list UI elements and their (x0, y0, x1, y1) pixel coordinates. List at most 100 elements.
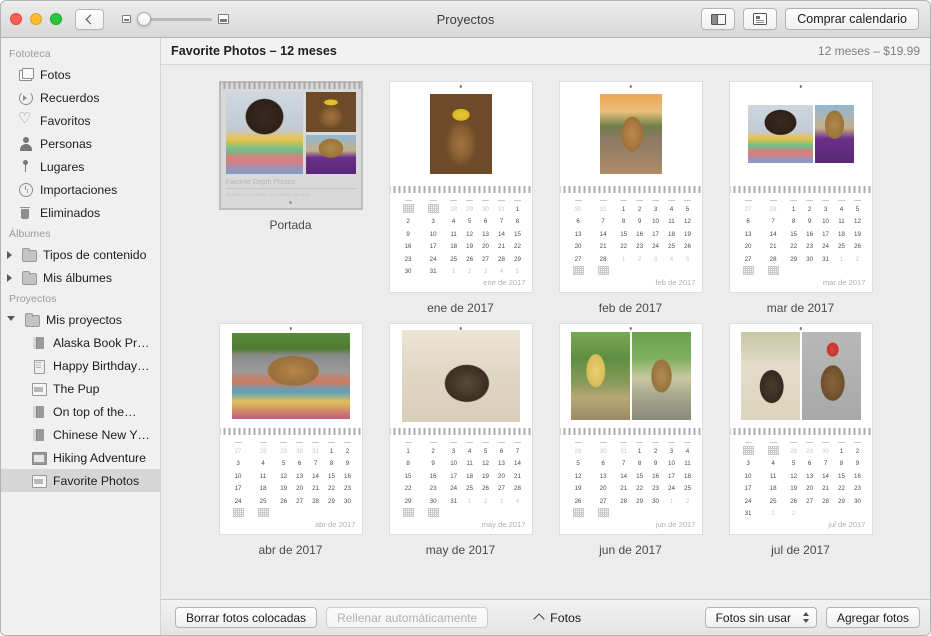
day-cell[interactable] (834, 508, 850, 521)
day-cell[interactable]: 13 (566, 228, 591, 241)
day-cell[interactable]: 17 (226, 483, 251, 496)
day-cell[interactable]: 16 (849, 470, 865, 483)
day-cell[interactable]: 25 (761, 495, 786, 508)
day-cell[interactable]: 8 (834, 458, 850, 471)
day-cell[interactable]: 27 (736, 253, 761, 266)
day-cell[interactable]: 9 (632, 216, 648, 229)
day-cell[interactable]: 23 (648, 483, 664, 496)
day-cell[interactable]: 9 (421, 458, 446, 471)
day-cell[interactable]: 18 (664, 228, 680, 241)
day-cell[interactable]: 22 (396, 483, 421, 496)
day-cell[interactable]: 3 (736, 458, 761, 471)
day-cell[interactable]: 9 (802, 216, 818, 229)
day-cell[interactable]: 20 (736, 241, 761, 254)
day-cell[interactable]: 12 (566, 470, 591, 483)
day-cell[interactable]: 24 (421, 253, 446, 266)
day-cell[interactable]: 19 (478, 470, 494, 483)
day-cell[interactable]: 26 (462, 253, 478, 266)
day-cell[interactable]: 30 (421, 495, 446, 508)
cover-title-text[interactable]: Favorite Depth Photos (226, 179, 356, 189)
day-cell[interactable]: 14 (308, 470, 324, 483)
day-cell[interactable] (462, 508, 478, 521)
day-cell[interactable]: 16 (396, 241, 421, 254)
day-cell[interactable]: 2 (421, 445, 446, 458)
day-cell[interactable]: 5 (679, 203, 695, 216)
day-cell[interactable]: 21 (818, 483, 834, 496)
close-button[interactable] (10, 13, 22, 25)
day-cell[interactable]: 6 (292, 458, 308, 471)
day-cell[interactable]: 9 (648, 458, 664, 471)
day-cell[interactable]: 10 (446, 458, 462, 471)
day-cell[interactable]: 27 (566, 253, 591, 266)
day-cell[interactable]: 19 (566, 483, 591, 496)
day-cell[interactable]: 7 (761, 216, 786, 229)
day-cell[interactable]: 5 (679, 253, 695, 266)
day-cell[interactable]: 7 (616, 458, 632, 471)
day-cell[interactable]: 10 (421, 228, 446, 241)
day-cell[interactable]: 4 (664, 253, 680, 266)
day-cell[interactable]: 30 (396, 266, 421, 279)
day-cell[interactable] (761, 445, 786, 458)
day-cell[interactable]: 13 (494, 458, 510, 471)
day-cell[interactable]: 4 (834, 203, 850, 216)
day-cell[interactable] (292, 508, 308, 521)
day-cell[interactable]: 10 (818, 216, 834, 229)
day-cell[interactable]: 25 (834, 241, 850, 254)
day-cell[interactable]: 11 (446, 228, 462, 241)
day-cell[interactable]: 21 (616, 483, 632, 496)
cover-photo-group[interactable] (226, 92, 356, 174)
day-cell[interactable]: 6 (802, 458, 818, 471)
calendar-page-feb[interactable]: 3031123456789101112131415161718192021222… (560, 82, 702, 292)
day-cell[interactable] (849, 508, 865, 521)
day-cell[interactable]: 29 (276, 445, 292, 458)
sidebar-item-favorite-photos[interactable]: Favorite Photos (1, 469, 160, 492)
photos-tray-toggle[interactable]: Fotos (535, 611, 581, 625)
unused-photos-popup[interactable]: Fotos sin usar (705, 607, 817, 628)
day-cell[interactable]: 15 (616, 228, 632, 241)
day-cell[interactable] (276, 508, 292, 521)
day-cell[interactable]: 1 (632, 445, 648, 458)
day-cell[interactable]: 1 (761, 508, 786, 521)
day-cell[interactable]: 14 (591, 228, 616, 241)
day-cell[interactable]: 31 (736, 508, 761, 521)
day-cell[interactable]: 11 (834, 216, 850, 229)
window-controls[interactable] (10, 13, 62, 25)
day-cell[interactable]: 20 (292, 483, 308, 496)
day-cell[interactable]: 29 (324, 495, 340, 508)
day-cell[interactable]: 28 (761, 203, 786, 216)
day-cell[interactable]: 1 (616, 203, 632, 216)
chevron-updown-icon[interactable] (803, 612, 809, 623)
page-photo[interactable] (802, 332, 861, 420)
day-cell[interactable]: 22 (834, 483, 850, 496)
day-cell[interactable] (632, 266, 648, 279)
sidebar-item-alaska-book[interactable]: Alaska Book Pr… (1, 331, 160, 354)
add-photos-button[interactable]: Agregar fotos (826, 607, 920, 628)
day-cell[interactable]: 2 (849, 253, 865, 266)
minimize-button[interactable] (30, 13, 42, 25)
day-cell[interactable]: 28 (616, 495, 632, 508)
day-cell[interactable]: 19 (786, 483, 802, 496)
page-cell-abr[interactable]: 2728293031123456789101112131415161718192… (220, 324, 362, 557)
day-cell[interactable]: 24 (226, 495, 251, 508)
slider-track[interactable] (137, 18, 212, 21)
day-cell[interactable]: 1 (462, 495, 478, 508)
day-cell[interactable]: 28 (251, 445, 276, 458)
day-cell[interactable]: 3 (478, 266, 494, 279)
day-cell[interactable]: 21 (761, 241, 786, 254)
day-cell[interactable]: 1 (509, 203, 525, 216)
day-cell[interactable] (421, 203, 446, 216)
day-cell[interactable]: 19 (276, 483, 292, 496)
page-cell-jun[interactable]: 2930311234567891011121314151617181920212… (560, 324, 702, 557)
day-cell[interactable]: 27 (802, 495, 818, 508)
day-cell[interactable] (648, 508, 664, 521)
day-cell[interactable] (818, 508, 834, 521)
page-photo-area[interactable] (730, 324, 872, 428)
sidebar-item-chinese-new-year[interactable]: Chinese New Y… (1, 423, 160, 446)
day-cell[interactable]: 6 (478, 216, 494, 229)
day-cell[interactable]: 25 (664, 241, 680, 254)
day-cell[interactable]: 12 (276, 470, 292, 483)
day-cell[interactable] (616, 508, 632, 521)
day-cell[interactable]: 10 (648, 216, 664, 229)
day-cell[interactable] (679, 508, 695, 521)
day-cell[interactable]: 1 (616, 253, 632, 266)
